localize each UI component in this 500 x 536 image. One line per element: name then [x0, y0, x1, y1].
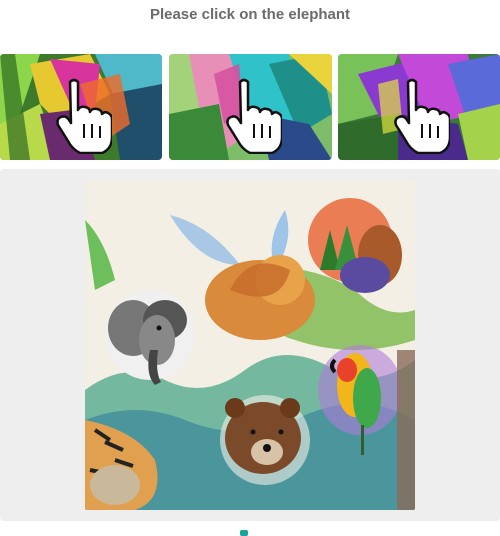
- hand-pointer-icon: [390, 78, 452, 155]
- footer-accent-mark: [240, 530, 248, 536]
- hand-pointer-icon: [52, 78, 114, 155]
- captcha-page: Please click on the elephant: [0, 0, 500, 536]
- footer: [0, 526, 500, 536]
- challenge-prompt: Please click on the elephant: [149, 6, 351, 23]
- hand-pointer-icon: [222, 78, 284, 155]
- challenge-image-canvas[interactable]: [85, 180, 415, 510]
